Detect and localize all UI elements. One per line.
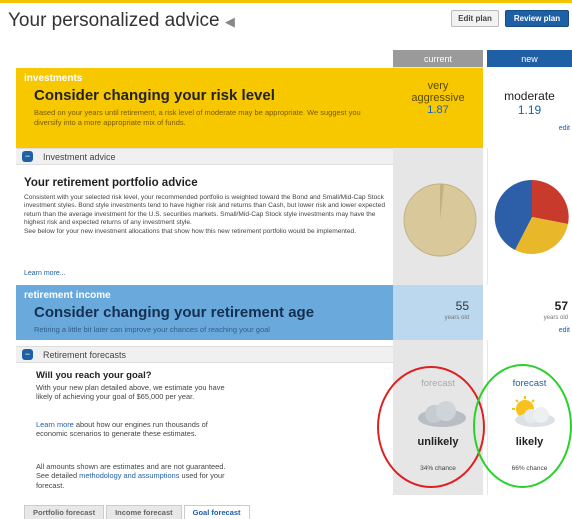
investments-ribbon: investments <box>24 73 83 84</box>
learn-more-link[interactable]: Learn more... <box>24 270 66 279</box>
reach-goal-text: With your new plan detailed above, we es… <box>36 383 225 402</box>
new-column-header: new <box>487 50 572 67</box>
new-risk-label: moderate <box>504 89 555 103</box>
new-risk-box: moderate 1.19 edit <box>487 68 572 148</box>
new-risk-value: 1.19 <box>517 103 542 118</box>
retirement-age-subtitle: Retiring a little bit later can improve … <box>34 325 270 334</box>
current-age-box: 55 years old <box>393 285 483 340</box>
top-accent-line <box>0 0 572 3</box>
tab-goal-forecast[interactable]: Goal forecast <box>183 505 250 519</box>
page-title: Your personalized advice ◀ <box>8 10 235 31</box>
tab-portfolio-forecast[interactable]: Portfolio forecast <box>24 505 105 519</box>
current-age-unit: years old <box>444 315 469 321</box>
investment-advice-bar[interactable]: − Investment advice <box>16 148 393 165</box>
methodology-link[interactable]: methodology and assumptions <box>79 471 179 480</box>
current-column-header: current <box>393 50 483 67</box>
tab-income-forecast[interactable]: Income forecast <box>106 505 182 519</box>
retirement-age-title: Consider changing your retirement age <box>34 304 315 321</box>
current-portfolio-pie <box>403 183 477 257</box>
current-risk-line1: very <box>427 80 449 92</box>
risk-level-subtitle: Based on your years until retirement, a … <box>34 108 361 127</box>
portfolio-advice-text: Consistent with your selected risk level… <box>24 194 386 235</box>
pie-slice <box>532 180 569 224</box>
new-age-unit: years old <box>543 315 568 321</box>
green-highlight-circle <box>473 364 572 488</box>
risk-level-title: Consider changing your risk level <box>34 87 275 104</box>
learn-more-paragraph: Learn more about how our engines run tho… <box>36 420 208 439</box>
investment-advice-label: Investment advice <box>43 151 116 162</box>
retirement-income-banner: retirement income Consider changing your… <box>16 285 393 340</box>
current-risk-value: 1.87 <box>427 104 449 117</box>
collapse-icon[interactable]: − <box>22 151 33 162</box>
edit-plan-button[interactable]: Edit plan <box>451 10 499 27</box>
current-risk-box: very aggressive 1.87 <box>393 68 483 148</box>
edit-risk-link[interactable]: edit <box>559 125 570 132</box>
current-risk-line2: aggressive <box>411 92 465 105</box>
edit-age-link[interactable]: edit <box>559 327 570 334</box>
retirement-forecasts-label: Retirement forecasts <box>43 349 127 360</box>
forecast-tabs: Portfolio forecast Income forecast Goal … <box>24 505 252 519</box>
new-age-value: 57 <box>554 299 568 313</box>
portfolio-advice-heading: Your retirement portfolio advice <box>24 177 198 189</box>
red-highlight-circle <box>377 366 485 488</box>
collapse-icon[interactable]: − <box>22 349 33 360</box>
investments-banner: investments Consider changing your risk … <box>16 68 393 148</box>
new-age-box: 57 years old edit <box>487 285 572 340</box>
disclaimer-text: All amounts shown are estimates and are … <box>36 462 226 490</box>
reach-goal-heading: Will you reach your goal? <box>36 370 152 381</box>
current-age-value: 55 <box>455 299 469 313</box>
speaker-icon[interactable]: ◀ <box>225 14 235 29</box>
new-portfolio-pie <box>494 179 569 254</box>
retirement-income-ribbon: retirement income <box>24 290 111 301</box>
learn-more-link[interactable]: Learn more <box>36 420 74 429</box>
review-plan-button[interactable]: Review plan <box>505 10 569 27</box>
retirement-forecasts-bar[interactable]: − Retirement forecasts <box>16 346 393 363</box>
